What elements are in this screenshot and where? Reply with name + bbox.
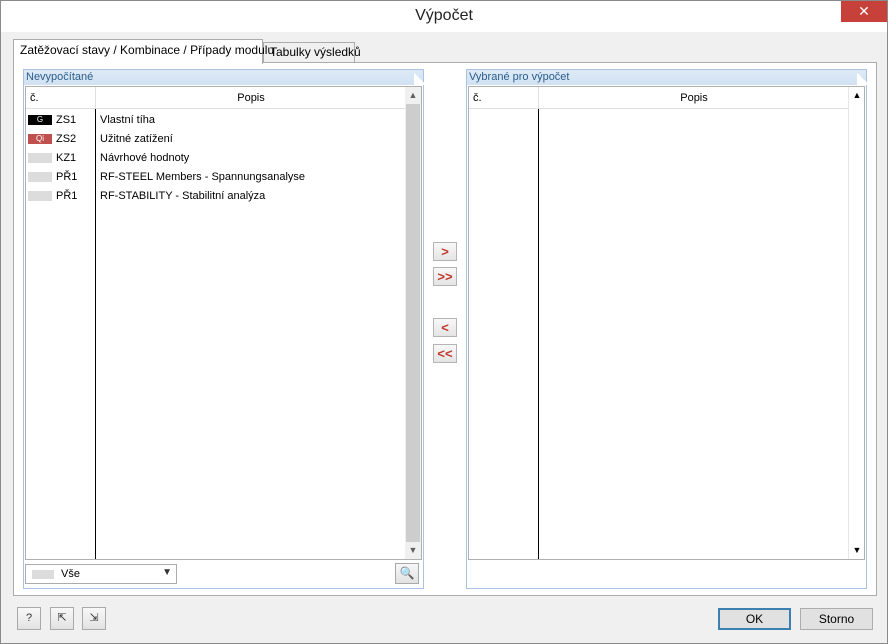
row-description: Užitné zatížení — [100, 133, 173, 145]
export-icon: ⇱ — [57, 612, 67, 624]
load-type-badge — [28, 172, 52, 182]
not-calculated-title: Nevypočítané — [24, 70, 424, 85]
help-button[interactable]: ? — [17, 607, 41, 630]
table-header: č. Popis — [26, 87, 421, 109]
close-button[interactable]: ✕ — [841, 1, 887, 22]
row-description: Návrhové hodnoty — [100, 152, 190, 164]
add-all-button[interactable]: >> — [433, 267, 457, 286]
load-type-badge — [28, 153, 52, 163]
scroll-down-icon[interactable]: ▼ — [405, 542, 421, 559]
ok-button[interactable]: OK — [718, 608, 791, 630]
column-divider — [538, 109, 539, 559]
not-calculated-group: Nevypočítané č. Popis G ZS1 Vlastní tíha… — [23, 69, 424, 589]
row-code: ZS2 — [56, 133, 77, 145]
filter-search-button[interactable]: 🔍 — [395, 563, 419, 584]
vertical-scrollbar[interactable]: ▲ ▼ — [405, 87, 421, 559]
row-description: RF-STABILITY - Stabilitní analýza — [100, 190, 266, 202]
table-row[interactable]: Qi ZS2 Užitné zatížení — [26, 130, 406, 149]
scroll-down-icon[interactable]: ▼ — [849, 542, 864, 559]
row-code: PŘ1 — [56, 171, 78, 183]
filter-dropdown[interactable]: Vše ▼ — [25, 564, 177, 584]
selected-title: Vybrané pro výpočet — [467, 70, 867, 85]
column-number[interactable]: č. — [30, 87, 39, 109]
import-button[interactable]: ⇲ — [82, 607, 106, 630]
table-row[interactable]: PŘ1 RF-STEEL Members - Spannungsanalyse — [26, 168, 406, 187]
table-row[interactable]: KZ1 Návrhové hodnoty — [26, 149, 406, 168]
row-description: RF-STEEL Members - Spannungsanalyse — [100, 171, 306, 183]
row-code: KZ1 — [56, 152, 77, 164]
tab-load-cases[interactable]: Zatěžovací stavy / Kombinace / Případy m… — [13, 39, 274, 64]
cancel-button[interactable]: Storno — [800, 608, 873, 630]
load-type-badge — [28, 191, 52, 201]
remove-all-button[interactable]: << — [433, 344, 457, 363]
load-type-badge: Qi — [28, 134, 52, 144]
load-type-badge: G — [28, 115, 52, 125]
table-row[interactable]: PŘ1 RF-STABILITY - Stabilitní analýza — [26, 187, 406, 206]
row-description: Vlastní tíha — [100, 114, 156, 126]
scroll-up-icon[interactable]: ▲ — [849, 87, 864, 104]
filter-value: Vše — [61, 568, 80, 580]
calculation-dialog: Výpočet ✕ Zatěžovací stavy / Kombinace /… — [0, 0, 888, 644]
table-header: č. Popis — [469, 87, 864, 109]
magnifier-icon: 🔍 — [399, 566, 415, 580]
window-title: Výpočet — [415, 7, 473, 24]
import-icon: ⇲ — [89, 612, 99, 624]
row-code: PŘ1 — [56, 190, 78, 202]
export-button[interactable]: ⇱ — [50, 607, 74, 630]
remove-selected-button[interactable]: < — [433, 318, 457, 337]
column-description[interactable]: Popis — [539, 87, 849, 109]
tab-result-tables[interactable]: Tabulky výsledků — [263, 42, 361, 63]
vertical-scrollbar[interactable]: ▲ ▼ — [848, 87, 864, 559]
column-number[interactable]: č. — [473, 87, 482, 109]
add-selected-button[interactable]: > — [433, 242, 457, 261]
chevron-down-icon: ▼ — [162, 567, 172, 578]
scroll-thumb[interactable] — [406, 104, 420, 542]
table-row[interactable]: G ZS1 Vlastní tíha — [26, 111, 406, 130]
column-description[interactable]: Popis — [96, 87, 406, 109]
selected-table: č. Popis ▲ ▼ — [468, 86, 865, 560]
row-code: ZS1 — [56, 114, 77, 126]
title-bar: Výpočet ✕ — [1, 1, 887, 32]
selected-group: Vybrané pro výpočet č. Popis ▲ ▼ — [466, 69, 867, 589]
scroll-up-icon[interactable]: ▲ — [405, 87, 421, 104]
help-icon: ? — [25, 612, 33, 624]
not-calculated-table: č. Popis G ZS1 Vlastní tíha Qi ZS2 Užitn… — [25, 86, 422, 560]
filter-swatch — [32, 570, 54, 579]
